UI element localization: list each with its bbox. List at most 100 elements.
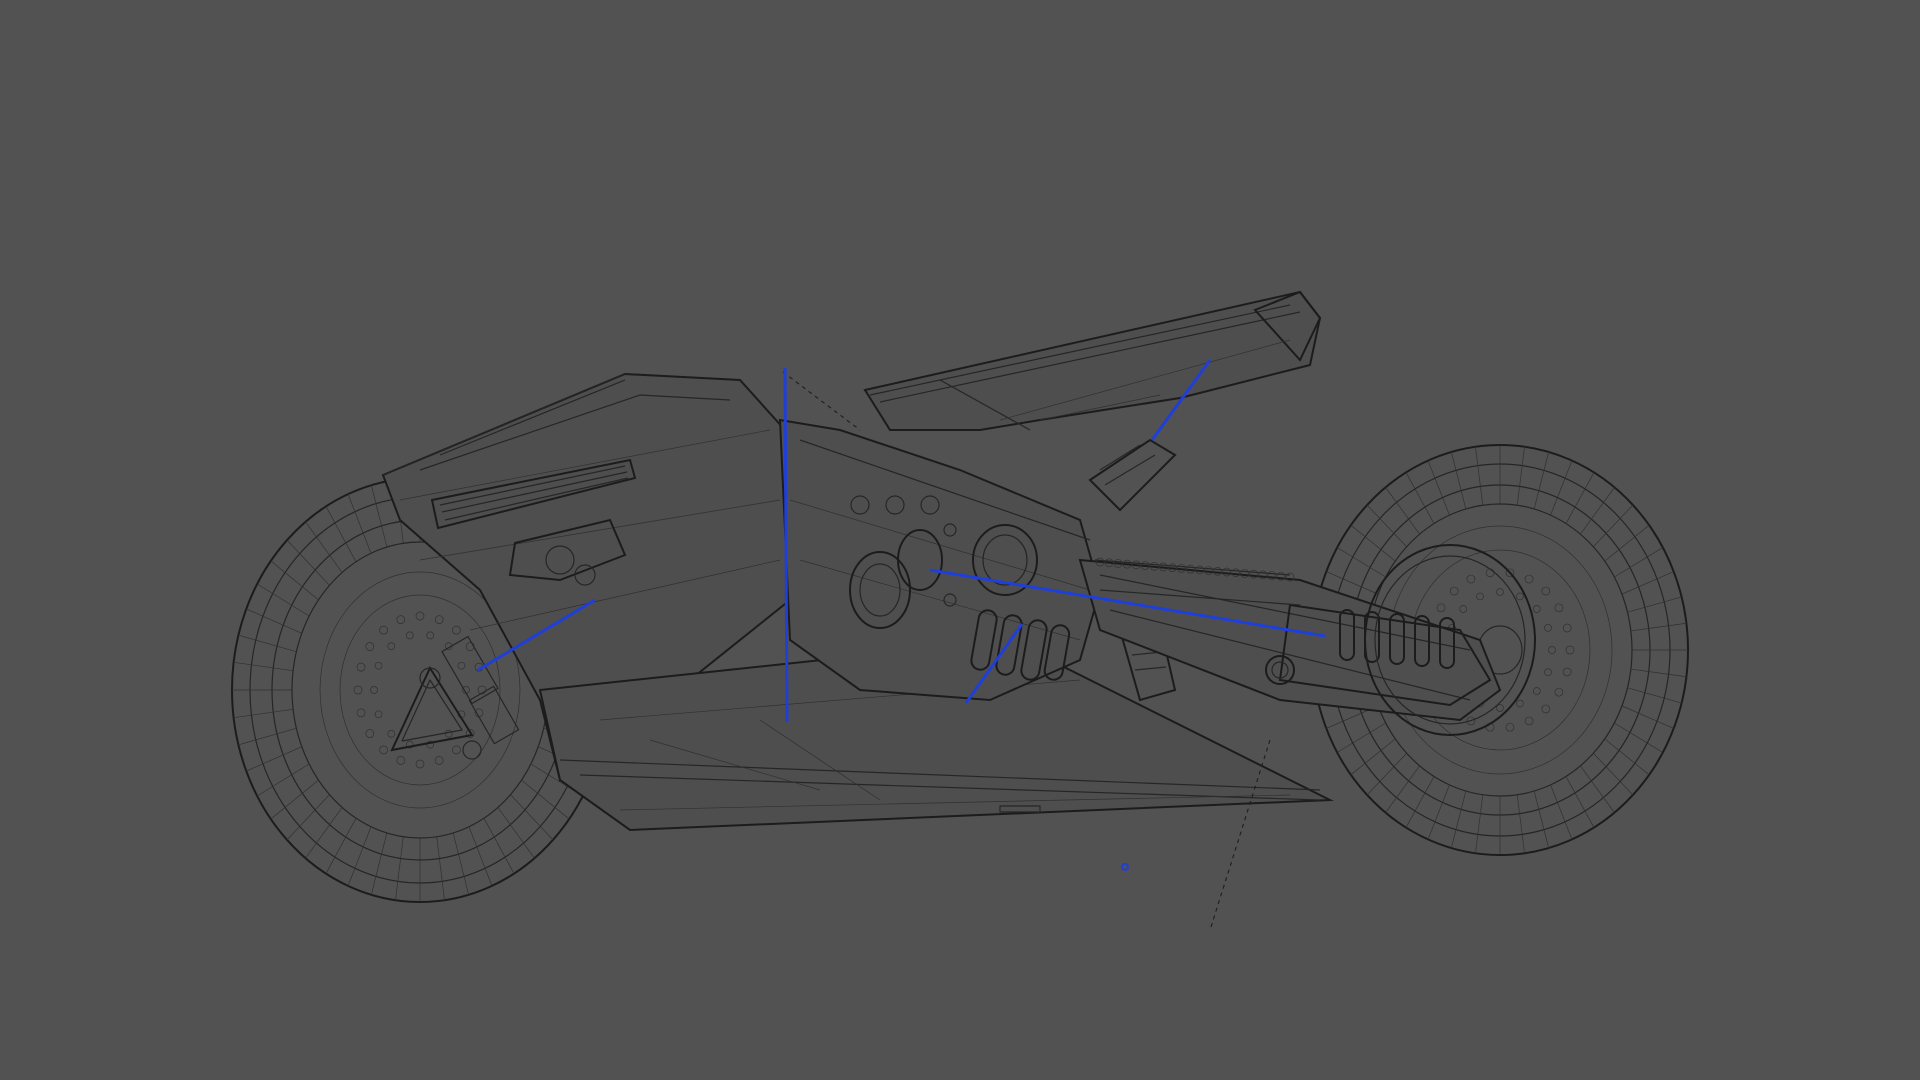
disc-hole — [374, 710, 383, 719]
disc-hole — [415, 759, 425, 769]
disc-hole — [434, 615, 444, 624]
tread-segment — [270, 779, 319, 820]
tread-segment — [1627, 596, 1682, 613]
tread-segment — [1604, 738, 1650, 776]
front-hub — [390, 635, 520, 760]
tread-segment — [325, 506, 357, 562]
disc-hole — [387, 729, 396, 738]
tread-segment — [436, 836, 445, 901]
pivot-point-marker[interactable] — [1121, 863, 1129, 871]
tread-segment — [238, 634, 297, 653]
disc-hole — [396, 615, 406, 624]
tread-segment — [1475, 794, 1484, 854]
tread-segment — [1475, 446, 1484, 506]
tread-segment — [246, 608, 302, 634]
disc-hole — [356, 662, 366, 672]
tread-segment — [1630, 622, 1687, 632]
disc-hole — [1544, 623, 1552, 632]
tread-segment — [347, 494, 372, 554]
tread-segment — [1385, 487, 1420, 535]
tread-segment — [1451, 451, 1467, 510]
disc-hole — [1548, 646, 1556, 654]
disc-hole — [1459, 605, 1468, 613]
tread-segment — [1427, 460, 1450, 516]
disc-hole — [374, 661, 383, 670]
tread-segment — [1550, 784, 1573, 840]
tread-segment — [395, 836, 404, 901]
disc-hole — [379, 625, 388, 635]
tread-segment — [371, 832, 388, 895]
disc-hole — [444, 729, 453, 738]
tread-segment — [1516, 794, 1525, 854]
swingarm[interactable] — [1078, 557, 1502, 722]
disc-hole — [405, 631, 414, 640]
disc-hole — [1524, 716, 1534, 726]
tread-segment — [371, 485, 388, 548]
disc-hole — [457, 661, 466, 670]
tread-segment — [521, 779, 570, 820]
disc-hole — [1562, 667, 1572, 677]
tread-segment — [347, 826, 372, 886]
disc-hole — [1449, 586, 1459, 596]
tread-segment — [1516, 446, 1525, 506]
disc-hole — [1466, 574, 1476, 584]
tread-segment — [325, 818, 357, 874]
disc-hole — [1485, 568, 1495, 578]
disc-hole — [434, 756, 444, 765]
tread-segment — [1533, 451, 1549, 510]
disc-hole — [1505, 722, 1515, 732]
disc-hole — [415, 611, 425, 621]
disc-hole — [1544, 668, 1552, 677]
tread-segment — [233, 708, 294, 719]
tread-segment — [1621, 705, 1674, 729]
disc-hole — [370, 686, 378, 694]
disc-hole — [365, 642, 375, 651]
disc-hole — [1532, 605, 1541, 613]
tread-segment — [233, 661, 294, 672]
disc-hole — [356, 708, 366, 718]
disc-hole — [1436, 603, 1446, 613]
tread-segment — [1427, 784, 1450, 840]
tread-segment — [1614, 547, 1663, 578]
tread-segment — [246, 746, 302, 772]
disc-hole — [1476, 592, 1484, 601]
disc-hole — [353, 685, 363, 695]
tread-segment — [468, 826, 493, 886]
disc-hole — [1541, 586, 1551, 596]
disc-hole — [1496, 588, 1504, 596]
disc-hole — [1541, 704, 1551, 714]
tread-segment — [1350, 738, 1396, 776]
tread-segment — [1604, 524, 1650, 562]
tread-segment — [1627, 687, 1682, 704]
tread-segment — [1385, 765, 1420, 813]
wireframe-canvas[interactable] — [0, 0, 1920, 1080]
tread-segment — [1580, 765, 1615, 813]
disc-hole — [387, 642, 396, 651]
disc-hole — [1524, 574, 1534, 584]
tread-segment — [1350, 524, 1396, 562]
disc-hole — [465, 642, 475, 651]
disc-hole — [1562, 623, 1572, 633]
tread-segment — [1451, 790, 1467, 849]
tread-segment — [305, 521, 343, 573]
tread-segment — [497, 807, 535, 859]
3d-viewport[interactable] — [0, 0, 1920, 1080]
vertical-bone[interactable] — [783, 367, 789, 723]
disc-hole — [452, 745, 461, 755]
disc-hole — [396, 756, 406, 765]
tread-segment — [452, 832, 469, 895]
tread-segment — [483, 818, 515, 874]
tread-segment — [1621, 571, 1674, 595]
tread-segment — [270, 560, 319, 601]
disc-hole — [1516, 592, 1524, 601]
disc-hole — [1532, 687, 1541, 695]
tread-segment — [305, 807, 343, 859]
disc-hole — [1554, 603, 1564, 613]
disc-hole — [452, 625, 461, 635]
disc-hole — [379, 745, 388, 755]
disc-hole — [426, 631, 435, 640]
tread-segment — [1630, 668, 1687, 678]
tread-segment — [1337, 722, 1386, 753]
disc-hole — [365, 729, 375, 738]
tread-segment — [1614, 722, 1663, 753]
